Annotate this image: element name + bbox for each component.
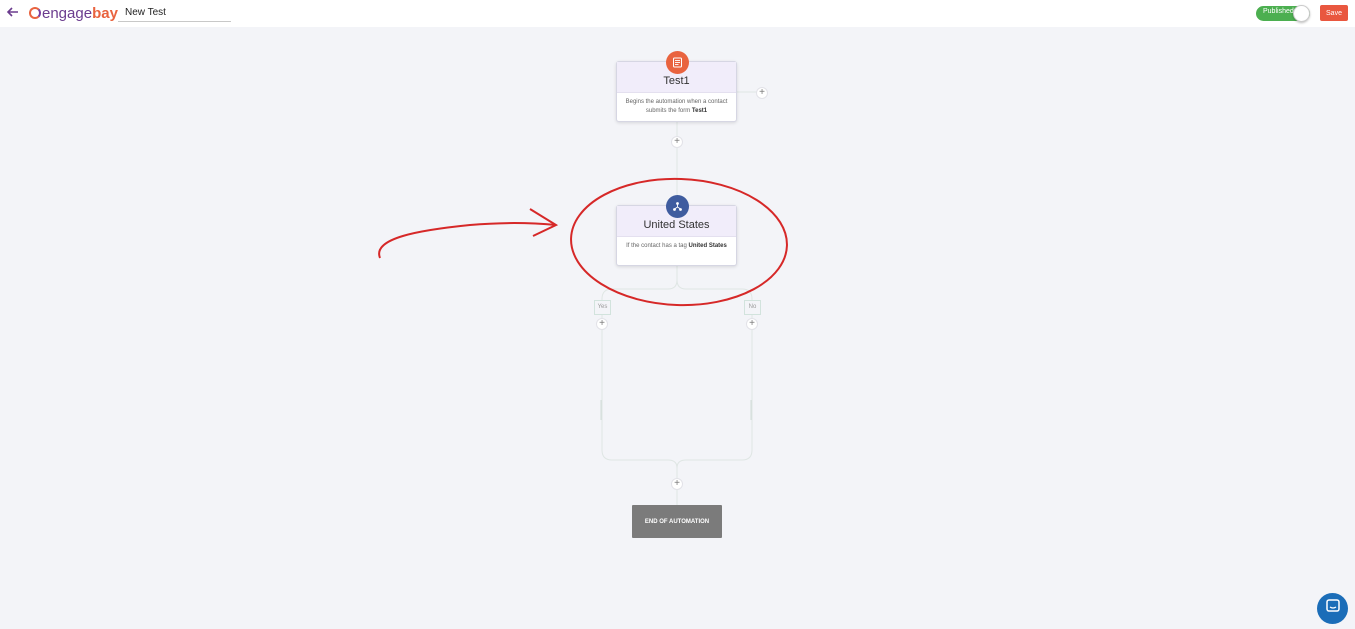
trigger-desc-bold: Test1 xyxy=(691,108,708,114)
workflow-name-input[interactable] xyxy=(118,4,231,22)
condition-description: If the contact has a tag United States xyxy=(617,237,736,251)
top-bar: engagebay Published Save xyxy=(0,0,1355,27)
add-no-step-button[interactable]: + xyxy=(746,318,758,330)
condition-desc-text: If the contact has a tag xyxy=(626,243,687,249)
condition-node[interactable]: United States If the contact has a tag U… xyxy=(616,195,737,266)
annotation-arrow-shaft xyxy=(378,222,557,259)
annotation-arrow-head xyxy=(529,208,559,237)
branch-yes-label: Yes xyxy=(594,300,611,315)
save-button[interactable]: Save xyxy=(1320,5,1348,21)
logo-engage-text: engage xyxy=(42,4,93,22)
branch-no-label: No xyxy=(744,300,761,315)
add-yes-step-button[interactable]: + xyxy=(596,318,608,330)
logo-bay-text: bay xyxy=(92,4,118,22)
back-arrow-icon[interactable] xyxy=(5,3,21,21)
chat-widget-button[interactable] xyxy=(1317,593,1348,624)
published-toggle[interactable]: Published xyxy=(1256,5,1310,22)
add-step-button-1[interactable]: + xyxy=(671,136,683,148)
engagebay-logo: engagebay xyxy=(29,4,118,22)
add-step-button-2[interactable]: + xyxy=(671,478,683,490)
add-side-step-button[interactable]: + xyxy=(756,87,768,99)
form-icon xyxy=(666,51,689,74)
trigger-description: Begins the automation when a contact sub… xyxy=(617,93,736,116)
branch-icon xyxy=(666,195,689,218)
logo-mark-icon xyxy=(29,7,41,19)
end-of-automation-node[interactable]: END OF AUTOMATION xyxy=(632,505,722,538)
trigger-node[interactable]: Test1 Begins the automation when a conta… xyxy=(616,51,737,122)
trigger-desc-text: Begins the automation when a contact sub… xyxy=(625,99,728,114)
published-label: Published xyxy=(1263,8,1294,15)
chat-icon xyxy=(1325,598,1341,619)
condition-desc-bold: United States xyxy=(688,243,727,249)
toggle-knob[interactable] xyxy=(1293,5,1310,22)
